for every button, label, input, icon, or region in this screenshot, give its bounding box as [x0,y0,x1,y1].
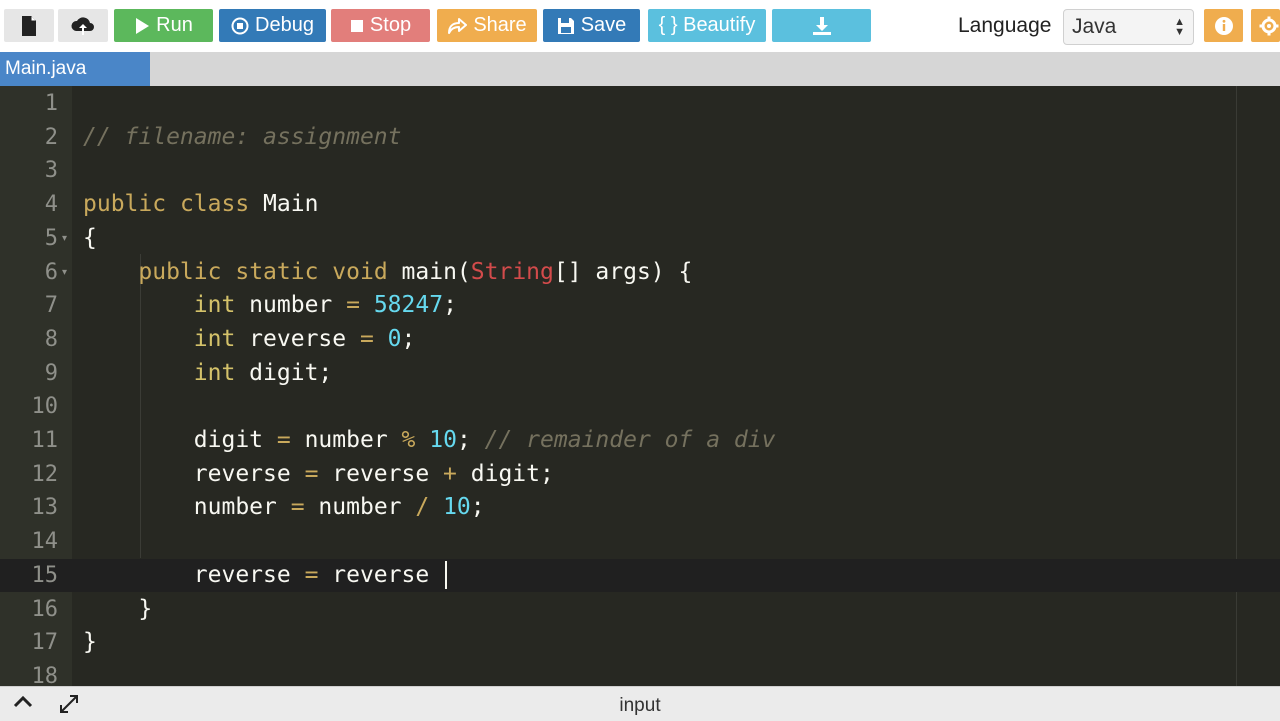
language-label: Language [958,14,1052,37]
line-number: 12 [31,461,59,487]
code-line: 2 // filename: assignment [0,121,1280,155]
line-number: 17 [31,630,59,656]
fold-arrow-icon[interactable]: ▾ [62,256,67,290]
file-tabs: Main.java [0,52,1280,87]
floppy-icon [557,17,575,35]
code-text: int number = 58247; [193,292,457,319]
share-button[interactable]: Share [437,9,537,42]
code-line: 3 [0,154,1280,188]
code-text: public class Main [83,191,319,218]
gear-icon [1259,16,1279,36]
new-file-button[interactable] [4,9,54,42]
line-number: 16 [31,596,59,622]
cloud-upload-icon [70,15,96,37]
download-button[interactable] [772,9,871,42]
fold-arrow-icon[interactable]: ▾ [62,222,67,256]
line-number: 2 [44,124,58,150]
share-icon [447,17,468,35]
code-line: 12 reverse = reverse + digit; [0,458,1280,492]
beautify-label: { } Beautify [658,14,756,36]
line-number: 1 [44,91,58,116]
save-button[interactable]: Save [543,9,640,42]
stop-button[interactable]: Stop [331,9,430,42]
settings-button[interactable] [1251,9,1280,42]
text-cursor [445,561,448,590]
info-button[interactable] [1204,9,1243,42]
code-line: 6 ▾ public static void main(String[] arg… [0,256,1280,290]
debug-icon [231,17,249,35]
tab-main-java[interactable]: Main.java [0,52,150,86]
code-line: 17 } [0,626,1280,660]
debug-label: Debug [255,14,314,36]
code-line: 7 int number = 58247; [0,289,1280,323]
line-number: 3 [44,158,58,184]
code-line: 16 } [0,593,1280,627]
code-text: reverse = reverse + digit; [83,460,554,487]
code-line: 13 number = number / 10; [0,491,1280,525]
code-text: int digit; [193,359,333,386]
input-panel-bar: input [0,686,1280,721]
code-line: 8 int reverse = 0; [0,323,1280,357]
stop-icon [350,19,364,33]
code-text: public static void main(String[] args) { [138,258,693,285]
stop-label: Stop [369,14,412,36]
line-number: 13 [31,495,59,521]
code-line: 9 int digit; [0,357,1280,391]
code-text: int reverse = 0; [193,325,416,352]
input-panel-label: input [619,695,661,716]
info-icon [1214,16,1234,36]
language-select[interactable]: Java ▲ ▼ [1063,9,1194,45]
select-arrows-icon: ▲ ▼ [1174,16,1185,38]
toolbar: Run Debug Stop Share Save { } Beautify L… [0,0,1280,52]
tab-label: Main.java [5,58,87,79]
code-editor[interactable]: 1 2 // filename: assignment 3 4 public c… [0,86,1280,686]
beautify-button[interactable]: { } Beautify [648,9,766,42]
run-label: Run [156,14,193,36]
line-number: 6 [44,259,58,285]
code-line: 10 [0,390,1280,424]
line-number: 10 [31,394,59,420]
line-number: 11 [31,428,59,453]
code-text: reverse = reverse [83,559,448,593]
line-number: 15 [31,562,59,588]
line-number: 8 [44,326,58,352]
code-line: 14 [0,525,1280,559]
run-button[interactable]: Run [114,9,213,42]
line-number: 14 [31,529,59,555]
debug-button[interactable]: Debug [219,9,326,42]
save-label: Save [580,14,627,36]
line-number: 4 [44,192,58,218]
line-number: 18 [31,663,59,686]
code-text: } [83,595,153,622]
download-icon [812,16,832,36]
code-text: // filename: assignment [83,123,402,150]
line-number: 5 [44,225,58,251]
upload-button[interactable] [58,9,108,42]
active-code-line: 15 reverse = reverse [0,558,1280,593]
language-value: Java [1072,15,1117,38]
line-number: 9 [44,360,58,386]
line-number: 7 [44,293,58,319]
code-text: digit = number % 10; // remainder of a d… [83,427,776,453]
code-line: 5 ▾ { [0,222,1280,256]
code-text: number = number / 10; [83,494,485,521]
code-line: 4 public class Main [0,188,1280,222]
code-line: 18 [0,660,1280,686]
code-text: { [83,224,97,251]
code-text: } [83,629,97,656]
file-icon [19,15,39,37]
code-line: 11 digit = number % 10; // remainder of … [0,424,1280,458]
code-line: 1 [0,87,1280,121]
play-icon [134,17,150,35]
share-label: Share [473,14,527,36]
